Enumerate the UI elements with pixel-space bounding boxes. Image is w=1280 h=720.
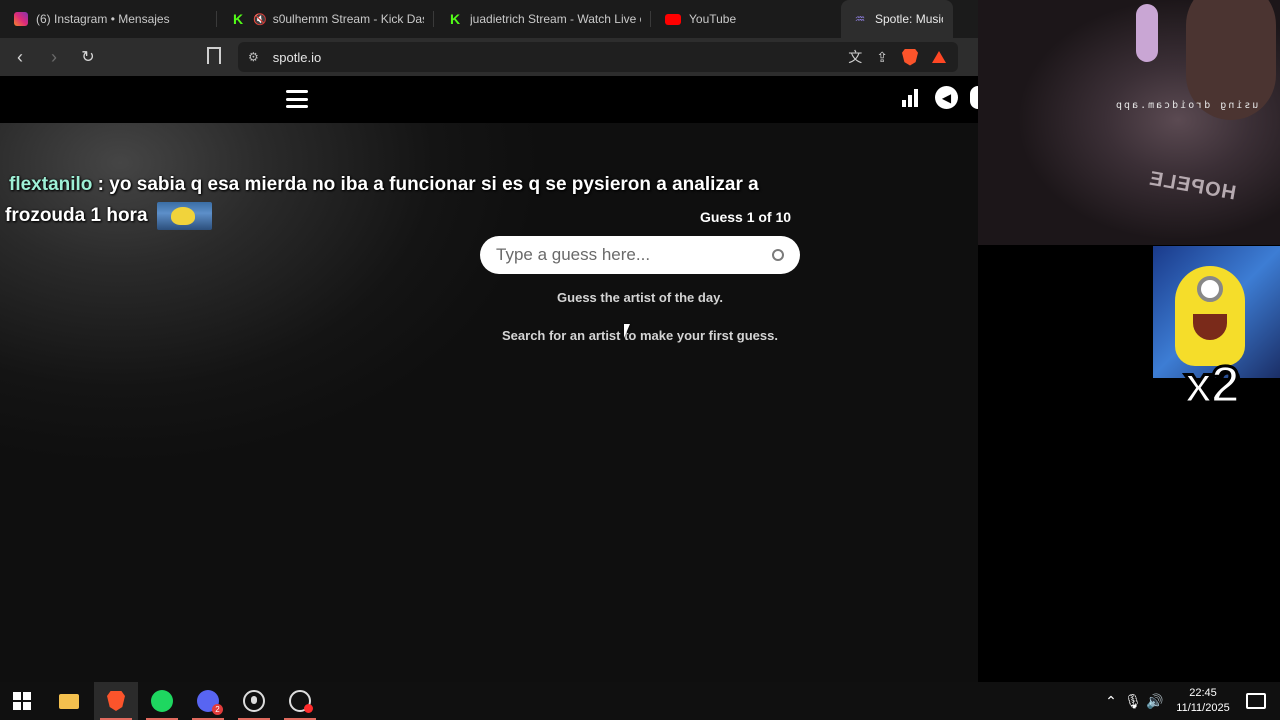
shirt-print: HOPELE [1146, 167, 1238, 205]
chat-username: flextanilo [9, 174, 93, 195]
tab-title: s0ulhemm Stream - Kick Dash [272, 12, 424, 26]
tab-spotle[interactable]: ♒ Spotle: Music V [841, 0, 953, 38]
clock-date: 11/11/2025 [1176, 702, 1230, 714]
stats-icon[interactable] [902, 89, 918, 107]
taskbar-clock[interactable]: 22:45 11/11/2025 [1172, 686, 1234, 716]
hint-secondary: Search for an artist to make your first … [502, 328, 778, 343]
hint-primary: Guess the artist of the day. [557, 290, 723, 305]
tab-title: YouTube [689, 12, 737, 26]
loading-spinner-icon [772, 249, 784, 261]
browser-toolbar: ‹ › ↻ ⚙ spotle.io 文 ⇪ [0, 38, 978, 76]
obs-icon [243, 690, 265, 712]
start-button[interactable] [0, 682, 44, 720]
kick-icon: K [232, 11, 244, 27]
spotle-page: ◀ Guess 1 of 10 Guess the artist of the … [0, 76, 978, 682]
tab-youtube[interactable]: YouTube [651, 0, 821, 38]
brave-rewards-icon[interactable] [932, 51, 946, 63]
headphone-icon [1136, 4, 1158, 62]
tab-title: Spotle: Music V [875, 12, 943, 26]
guess-input[interactable] [496, 245, 756, 265]
instagram-icon [14, 12, 28, 26]
minion-goggle [1197, 276, 1223, 302]
forward-icon[interactable]: › [40, 43, 68, 71]
taskbar-file-explorer[interactable] [47, 682, 91, 720]
windows-logo-icon [13, 692, 31, 710]
bookmark-icon[interactable] [207, 47, 221, 64]
help-icon[interactable] [970, 86, 978, 109]
spotle-icon: ♒ [854, 12, 866, 26]
url-text[interactable]: spotle.io [273, 50, 321, 65]
emote-multiplier: x2 [1183, 355, 1242, 416]
clock-time: 22:45 [1189, 687, 1217, 699]
spotify-icon [151, 690, 173, 712]
system-tray: ⌃ 🎙 🔊 22:45 11/11/2025 [1100, 682, 1280, 720]
address-bar[interactable]: ⚙ spotle.io 文 ⇪ [238, 42, 958, 72]
microphone-icon[interactable]: 🎙 [1122, 693, 1144, 710]
sound-icon[interactable]: ◀ [935, 86, 958, 109]
share-icon[interactable]: ⇪ [876, 49, 888, 66]
site-settings-icon[interactable]: ⚙ [248, 50, 259, 64]
reload-icon[interactable]: ↻ [74, 43, 102, 71]
windows-taskbar: 2 ⌃ 🎙 🔊 22:45 11/11/2025 [0, 682, 1280, 720]
chevron-up-icon[interactable]: ⌃ [1100, 693, 1122, 710]
notification-icon[interactable] [1246, 693, 1266, 709]
webcam-feed: using droidcam.app HOPELE [978, 0, 1280, 245]
taskbar-spotify[interactable] [140, 682, 184, 720]
translate-icon[interactable]: 文 [848, 47, 862, 67]
tab-title: juadietrich Stream - Watch Live on [470, 12, 641, 26]
brave-shields-icon[interactable] [902, 48, 918, 66]
taskbar-obs[interactable] [232, 682, 276, 720]
recorder-icon [289, 690, 313, 713]
tab-kick-s0ulhemm[interactable]: K 🔇 s0ulhemm Stream - Kick Dash [217, 0, 434, 38]
muted-icon[interactable]: 🔇 [253, 13, 267, 26]
taskbar-brave[interactable] [94, 682, 138, 720]
minion-emote-icon [156, 201, 212, 230]
app-header: ◀ [0, 76, 978, 123]
tab-strip: (6) Instagram • Mensajes K 🔇 s0ulhemm St… [0, 0, 978, 38]
discord-badge: 2 [212, 704, 223, 715]
webcam-watermark: using droidcam.app [1114, 100, 1259, 111]
discord-icon: 2 [197, 690, 223, 715]
mouse-cursor-icon [624, 324, 630, 338]
taskbar-recorder[interactable] [278, 682, 322, 720]
taskbar-discord[interactable]: 2 [186, 682, 230, 720]
brave-icon [107, 691, 125, 711]
kick-icon: K [449, 11, 461, 27]
back-icon[interactable]: ‹ [6, 43, 34, 71]
speaker-icon[interactable]: 🔊 [1144, 693, 1166, 710]
guess-search-box[interactable] [480, 236, 800, 274]
stream-chat-message: flextanilo : yo sabia q esa mierda no ib… [5, 169, 785, 231]
chat-text: yo sabia q esa mierda no iba a funcionar… [5, 174, 759, 226]
chat-separator: : [92, 174, 110, 195]
menu-icon[interactable] [286, 90, 308, 108]
tab-instagram[interactable]: (6) Instagram • Mensajes [0, 0, 217, 38]
youtube-icon [665, 13, 681, 25]
folder-icon [59, 693, 79, 709]
tab-title: (6) Instagram • Mensajes [36, 12, 170, 26]
tab-kick-juadietrich[interactable]: K juadietrich Stream - Watch Live on [434, 0, 651, 38]
